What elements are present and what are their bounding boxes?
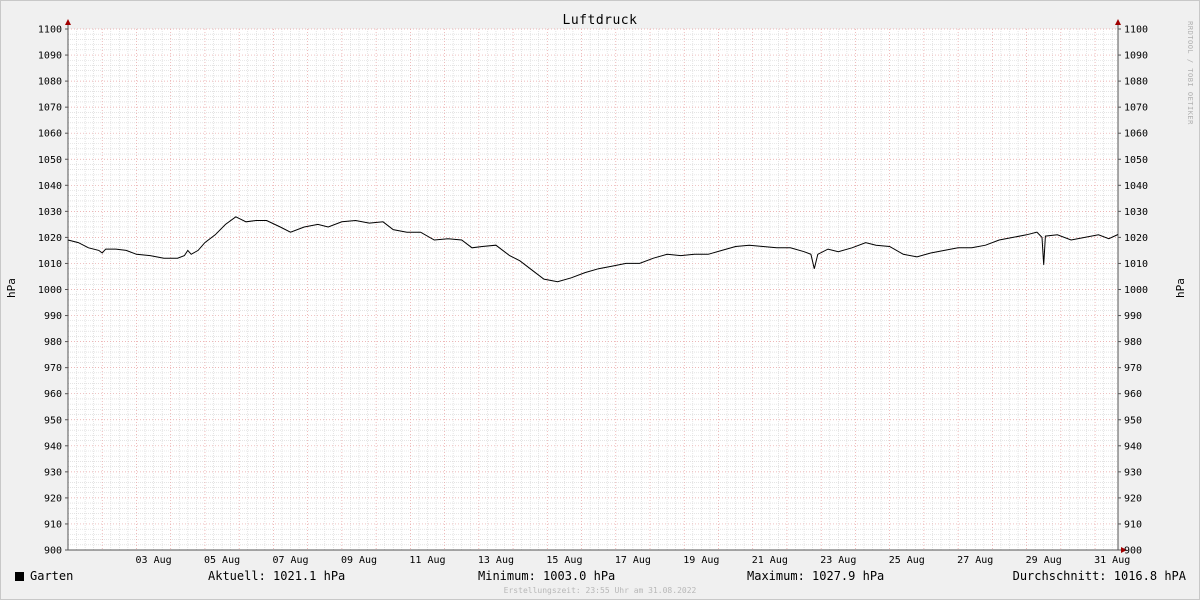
legend-swatch	[15, 572, 24, 581]
x-tick-label: 15 Aug	[546, 555, 582, 566]
y-ticks-left: 900 910 920 930 940 950 960 970 980 990 1000 1010 10…	[38, 25, 62, 557]
y-tick-label-right: 980	[1124, 337, 1142, 348]
y-axis-label-right: hPa	[1174, 278, 1187, 298]
y-tick-label-right: 950	[1124, 415, 1142, 426]
x-tick-label: 27 Aug	[957, 555, 993, 566]
y-tick-label-right: 940	[1124, 441, 1142, 452]
legend-series-name: Garten	[30, 569, 74, 583]
y-tick-label-right: 910	[1124, 519, 1142, 530]
x-tick-label: 11 Aug	[409, 555, 445, 566]
y-tick-label-left: 920	[44, 493, 62, 504]
y-tick-label-left: 970	[44, 363, 62, 374]
y-tick-label-left: 1040	[38, 181, 62, 192]
y-tick-label-right: 930	[1124, 467, 1142, 478]
x-tick-label: 21 Aug	[752, 555, 788, 566]
y-tick-label-left: 940	[44, 441, 62, 452]
x-tick-label: 05 Aug	[204, 555, 240, 566]
y-tick-label-left: 980	[44, 337, 62, 348]
y-tick-label-right: 920	[1124, 493, 1142, 504]
x-tick-label: 25 Aug	[889, 555, 925, 566]
y-tick-label-right: 1080	[1124, 77, 1148, 88]
legend-entry-garten: Garten	[15, 569, 73, 583]
y-tick-label-left: 1070	[38, 103, 62, 114]
chart-title: Luftdruck	[563, 13, 638, 28]
x-tick-label: 17 Aug	[615, 555, 651, 566]
y-tick-label-left: 1060	[38, 129, 62, 140]
y-tick-label-right: 1060	[1124, 129, 1148, 140]
y-tick-label-left: 1010	[38, 259, 62, 270]
y-tick-label-right: 1010	[1124, 259, 1148, 270]
y-tick-label-left: 930	[44, 467, 62, 478]
watermark: RRDTOOL / TOBI OETIKER	[1186, 21, 1194, 125]
y-tick-label-right: 1000	[1124, 285, 1148, 296]
line-chart: 900 910 920 930 940 950 960 970 980 990 1000 1010 10…	[5, 13, 1194, 566]
x-tick-label: 23 Aug	[820, 555, 856, 566]
y-tick-label-right: 1030	[1124, 207, 1148, 218]
y-tick-label-left: 1090	[38, 51, 62, 62]
x-tick-label: 29 Aug	[1026, 555, 1062, 566]
y-tick-label-left: 990	[44, 311, 62, 322]
y-tick-label-left: 1030	[38, 207, 62, 218]
y-tick-label-left: 1020	[38, 233, 62, 244]
y-tick-label-right: 960	[1124, 389, 1142, 400]
legend-minimum: Minimum: 1003.0 hPa	[478, 569, 616, 583]
creation-timestamp: Erstellungszeit: 23:55 Uhr am 31.08.2022	[503, 586, 697, 595]
y-tick-label-right: 990	[1124, 311, 1142, 322]
y-tick-label-left: 1100	[38, 25, 62, 36]
y-tick-label-left: 900	[44, 546, 62, 557]
x-tick-label: 19 Aug	[683, 555, 719, 566]
x-tick-label: 07 Aug	[272, 555, 308, 566]
y-tick-label-right: 1070	[1124, 103, 1148, 114]
y-tick-label-right: 1090	[1124, 51, 1148, 62]
y-tick-label-right: 1040	[1124, 181, 1148, 192]
y-tick-label-left: 960	[44, 389, 62, 400]
x-tick-label: 13 Aug	[478, 555, 514, 566]
y-axis-arrow-right	[1115, 19, 1121, 25]
x-tick-label: 03 Aug	[136, 555, 172, 566]
y-tick-label-right: 1020	[1124, 233, 1148, 244]
y-tick-label-left: 1050	[38, 155, 62, 166]
x-tick-label: 09 Aug	[341, 555, 377, 566]
legend-current: Aktuell: 1021.1 hPa	[208, 569, 346, 583]
x-ticks: 03 Aug 05 Aug 07 Aug 09 Aug 11 Aug 13 Aug 15 A…	[136, 555, 1131, 566]
y-ticks-right: 9009109209309409509609709809901000101010…	[1124, 25, 1148, 557]
y-tick-label-right: 1100	[1124, 25, 1148, 36]
y-axis-label-left: hPa	[5, 278, 18, 298]
chart-window: 900 910 920 930 940 950 960 970 980 990 1000 1010 10…	[0, 0, 1200, 600]
legend-average: Durchschnitt: 1016.8 hPA	[1012, 569, 1186, 583]
x-tick-label: 31 Aug	[1094, 555, 1130, 566]
legend-maximum: Maximum: 1027.9 hPa	[747, 569, 885, 583]
y-tick-label-left: 1080	[38, 77, 62, 88]
legend: Garten Aktuell: 1021.1 hPa Minimum: 1003…	[1, 569, 1199, 585]
y-tick-label-right: 970	[1124, 363, 1142, 374]
y-tick-label-left: 950	[44, 415, 62, 426]
y-tick-label-left: 910	[44, 519, 62, 530]
y-tick-label-right: 1050	[1124, 155, 1148, 166]
y-tick-label-left: 1000	[38, 285, 62, 296]
y-axis-arrow-left	[65, 19, 71, 25]
